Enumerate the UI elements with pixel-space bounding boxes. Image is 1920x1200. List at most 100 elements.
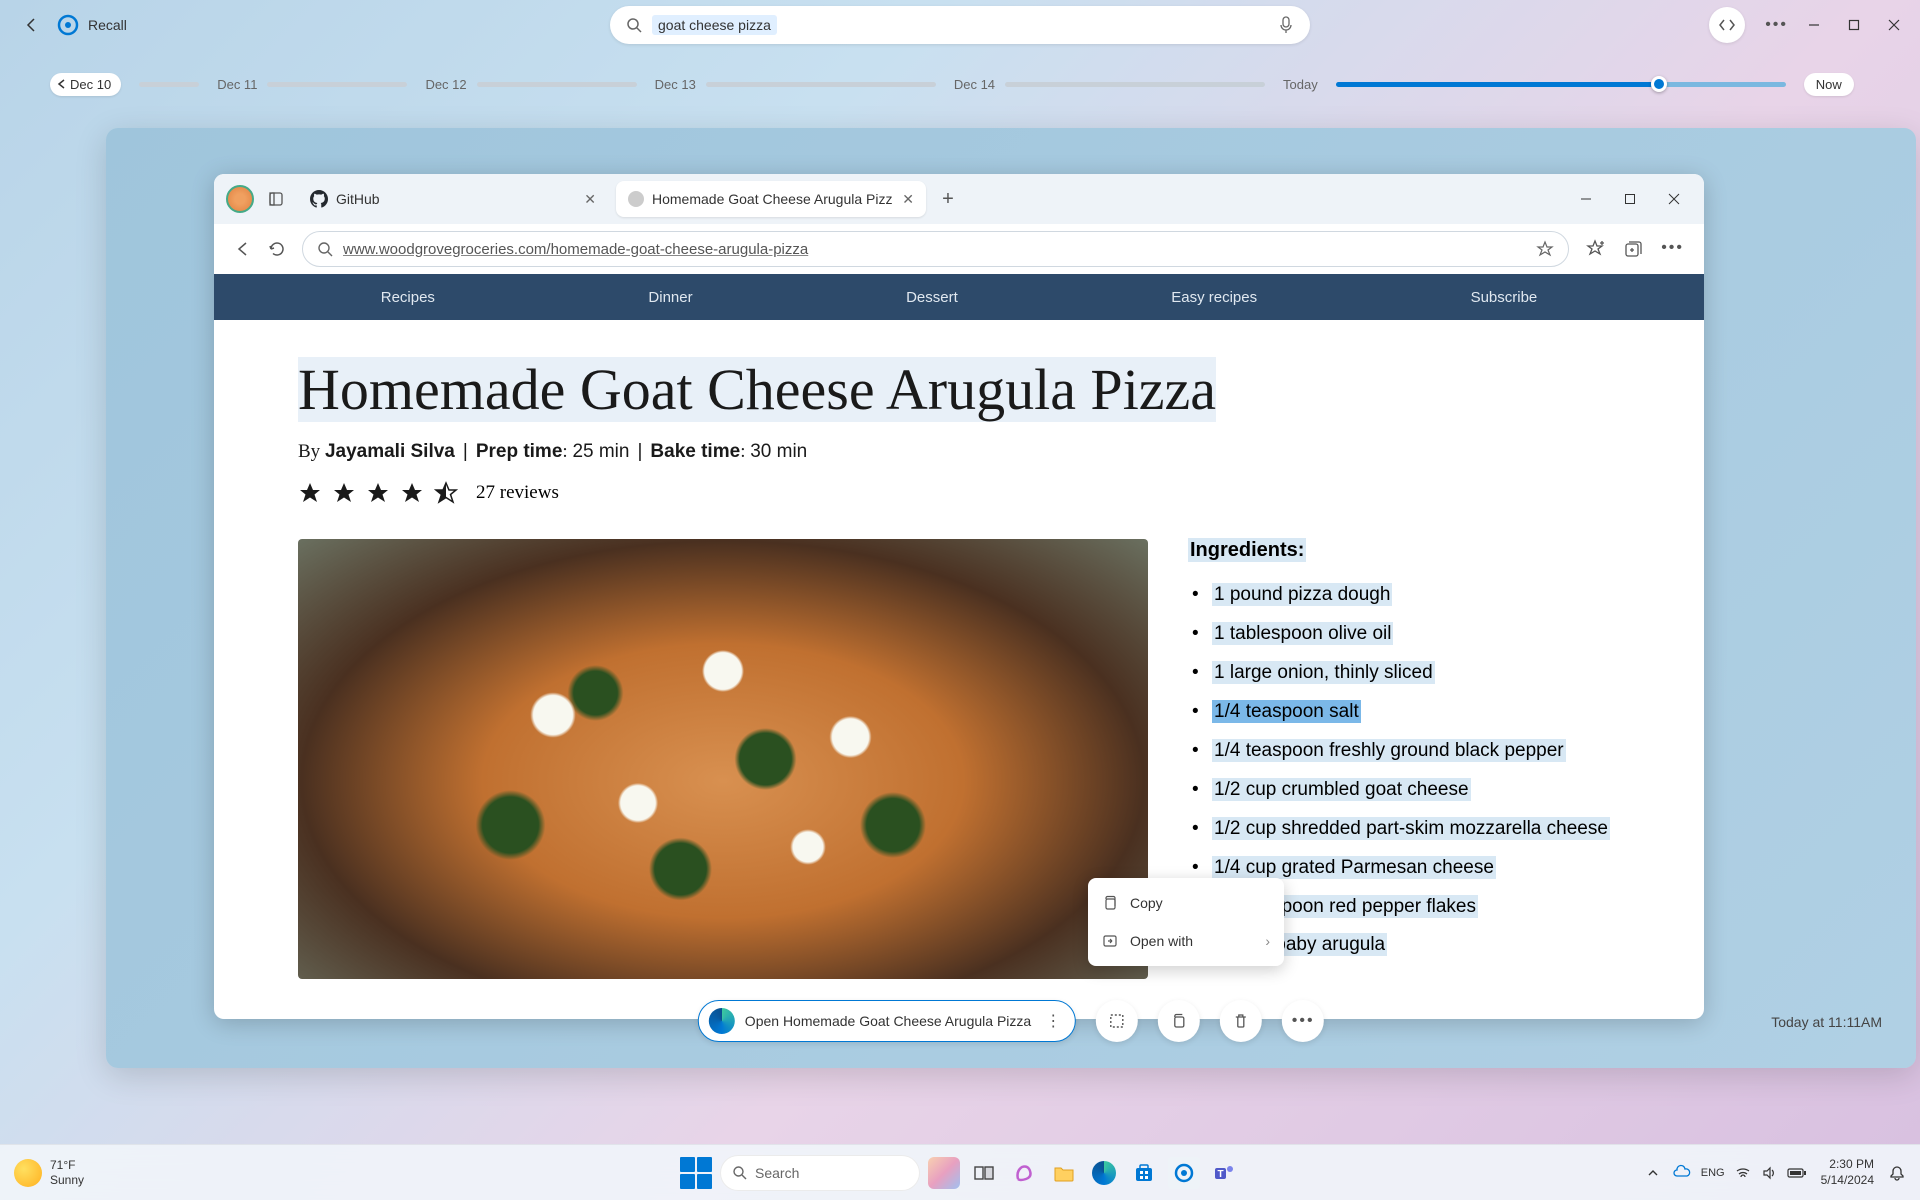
taskbar: 71°FSunny Search T ENG 2:30 PM 5/14/2024 — [0, 1144, 1920, 1200]
timeline-segment[interactable] — [267, 82, 407, 87]
recipe-image — [298, 539, 1148, 979]
favorite-star-icon[interactable] — [1536, 240, 1554, 258]
search-value: goat cheese pizza — [652, 15, 777, 35]
nav-refresh-icon[interactable] — [268, 240, 286, 258]
more-icon[interactable]: ••• — [1765, 16, 1788, 34]
context-menu: Copy Open with › — [1088, 878, 1284, 966]
browser-window: GitHub ✕ Homemade Goat Cheese Arugula Pi… — [214, 174, 1704, 1019]
address-bar[interactable]: www.woodgrovegroceries.com/homemade-goat… — [302, 231, 1569, 267]
star-half-icon — [434, 481, 458, 505]
nav-item[interactable]: Dinner — [648, 289, 692, 306]
github-icon — [310, 190, 328, 208]
recipe-meta: By Jayamali Silva|Prep time: 25 min|Bake… — [298, 441, 1620, 463]
browser-minimize-button[interactable] — [1580, 193, 1592, 205]
ingredient-item[interactable]: 1 pound pizza dough — [1188, 576, 1620, 615]
code-button[interactable] — [1709, 7, 1745, 43]
microphone-icon[interactable] — [1278, 16, 1294, 34]
tab-actions-icon[interactable] — [262, 185, 290, 213]
favorites-icon[interactable] — [1585, 239, 1605, 259]
new-tab-button[interactable]: + — [934, 185, 962, 213]
collections-icon[interactable] — [1623, 239, 1643, 259]
app-title: Recall — [88, 17, 127, 33]
open-snapshot-button[interactable]: Open Homemade Goat Cheese Arugula Pizza … — [698, 1000, 1076, 1042]
star-icon — [298, 481, 322, 505]
taskbar-app-teams[interactable]: T — [1208, 1157, 1240, 1189]
timeline-date-start[interactable]: Dec 10 — [50, 73, 121, 96]
nav-back-icon[interactable] — [234, 240, 252, 258]
timeline-today-track[interactable] — [1336, 82, 1786, 87]
timeline-playhead[interactable] — [1651, 76, 1667, 92]
ingredient-item[interactable]: 1/4 teaspoon freshly ground black pepper — [1188, 732, 1620, 771]
minimize-button[interactable] — [1808, 19, 1820, 31]
nav-item[interactable]: Dessert — [906, 289, 958, 306]
nav-item[interactable]: Easy recipes — [1171, 289, 1257, 306]
tray-notifications-icon[interactable] — [1888, 1164, 1906, 1182]
profile-avatar[interactable] — [226, 185, 254, 213]
tab-github[interactable]: GitHub ✕ — [298, 181, 608, 217]
timeline-segment[interactable] — [706, 82, 936, 87]
edge-icon — [709, 1008, 735, 1034]
context-open-with[interactable]: Open with › — [1088, 922, 1284, 960]
open-with-icon — [1102, 933, 1118, 949]
svg-text:T: T — [1217, 1169, 1223, 1180]
search-bar[interactable]: goat cheese pizza — [610, 6, 1310, 44]
tab-recipe[interactable]: Homemade Goat Cheese Arugula Pizz ✕ — [616, 181, 926, 217]
timeline-segment[interactable] — [139, 82, 199, 87]
ingredient-item[interactable]: 1 tablespoon olive oil — [1188, 615, 1620, 654]
weather-icon — [14, 1159, 42, 1187]
start-button[interactable] — [680, 1157, 712, 1189]
tray-chevron-icon[interactable] — [1647, 1167, 1659, 1179]
star-icon — [400, 481, 424, 505]
tray-battery-icon[interactable] — [1787, 1167, 1807, 1179]
browser-close-button[interactable] — [1668, 193, 1680, 205]
more-actions-button[interactable]: ••• — [1282, 1000, 1324, 1042]
ingredient-item[interactable]: 1/2 cup shredded part-skim mozzarella ch… — [1188, 810, 1620, 849]
tab-close-icon[interactable]: ✕ — [584, 191, 596, 208]
site-icon — [628, 191, 644, 207]
tab-close-icon[interactable]: ✕ — [902, 191, 914, 208]
taskbar-app-explorer[interactable] — [1048, 1157, 1080, 1189]
rating: 27 reviews — [298, 481, 1620, 505]
tray-wifi-icon[interactable] — [1735, 1165, 1751, 1181]
recall-logo-icon — [56, 13, 80, 37]
taskbar-app-recall[interactable] — [1168, 1157, 1200, 1189]
ingredient-item[interactable]: 1 large onion, thinly sliced — [1188, 654, 1620, 693]
timeline-segment[interactable] — [1005, 82, 1265, 87]
taskbar-clock[interactable]: 2:30 PM 5/14/2024 — [1821, 1157, 1874, 1188]
close-button[interactable] — [1888, 19, 1900, 31]
taskbar-search[interactable]: Search — [720, 1155, 920, 1191]
snapshot-timestamp: Today at 11:11AM — [1771, 1014, 1882, 1030]
open-more-icon[interactable]: ⋮ — [1041, 1011, 1065, 1031]
taskbar-app-copilot[interactable] — [928, 1157, 960, 1189]
nav-item[interactable]: Recipes — [381, 289, 435, 306]
search-icon — [626, 17, 642, 33]
timeline-now-button[interactable]: Now — [1804, 73, 1854, 96]
maximize-button[interactable] — [1848, 19, 1860, 31]
back-button[interactable] — [20, 13, 44, 37]
site-nav: Recipes Dinner Dessert Easy recipes Subs… — [214, 274, 1704, 320]
star-icon — [332, 481, 356, 505]
taskbar-app-edge[interactable] — [1088, 1157, 1120, 1189]
timeline-segment[interactable] — [477, 82, 637, 87]
delete-button[interactable] — [1220, 1000, 1262, 1042]
taskbar-app-store[interactable] — [1128, 1157, 1160, 1189]
snapshot-card: GitHub ✕ Homemade Goat Cheese Arugula Pi… — [106, 128, 1916, 1068]
weather-widget[interactable]: 71°FSunny — [14, 1158, 84, 1187]
chevron-right-icon: › — [1265, 933, 1270, 949]
tray-volume-icon[interactable] — [1761, 1165, 1777, 1181]
browser-maximize-button[interactable] — [1624, 193, 1636, 205]
tray-language-icon[interactable]: ENG — [1701, 1167, 1725, 1179]
browser-more-icon[interactable]: ••• — [1661, 239, 1684, 259]
taskbar-app-taskview[interactable] — [968, 1157, 1000, 1189]
nav-item[interactable]: Subscribe — [1471, 289, 1538, 306]
context-copy[interactable]: Copy — [1088, 884, 1284, 922]
timeline[interactable]: Dec 10 Dec 11 Dec 12 Dec 13 Dec 14 Today… — [0, 64, 1920, 104]
copy-icon — [1102, 895, 1118, 911]
ingredient-item[interactable]: 1/2 cup crumbled goat cheese — [1188, 771, 1620, 810]
crop-button[interactable] — [1096, 1000, 1138, 1042]
copy-button[interactable] — [1158, 1000, 1200, 1042]
taskbar-app-copilot2[interactable] — [1008, 1157, 1040, 1189]
search-icon — [317, 241, 333, 257]
ingredient-item[interactable]: 1/4 teaspoon salt — [1188, 693, 1620, 732]
tray-onedrive-icon[interactable] — [1673, 1164, 1691, 1182]
